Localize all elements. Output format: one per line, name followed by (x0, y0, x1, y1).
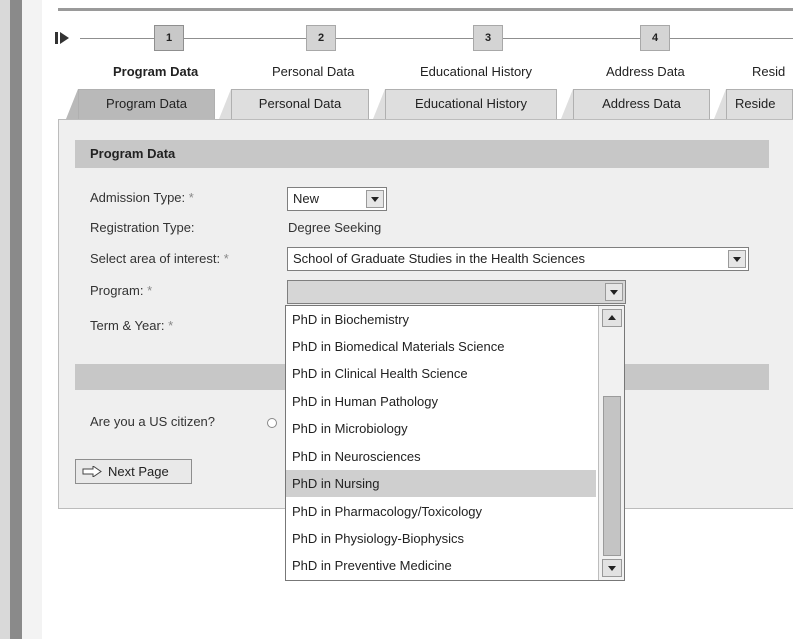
roadmap-start-icon (55, 31, 75, 47)
roadmap-label-educational-history[interactable]: Educational History (420, 64, 532, 79)
required-marker: * (188, 190, 194, 205)
roadmap-step-4[interactable]: 4 (640, 25, 670, 51)
window-left-margin (22, 0, 42, 639)
roadmap-label-address-data[interactable]: Address Data (606, 64, 685, 79)
window-left-bar (10, 0, 22, 639)
registration-type-value: Degree Seeking (288, 220, 382, 235)
chevron-down-icon[interactable] (728, 250, 746, 268)
program-option[interactable]: PhD in Human Pathology (286, 388, 596, 415)
tab-edge (219, 89, 231, 119)
area-of-interest-select[interactable]: School of Graduate Studies in the Health… (287, 247, 749, 271)
us-citizen-radio-yes[interactable] (267, 418, 277, 428)
tab-edge (373, 89, 385, 119)
required-marker: * (223, 251, 229, 266)
program-option[interactable]: PhD in Physiology-Biophysics (286, 525, 596, 552)
window-left-border (0, 0, 10, 639)
roadmap-step-2[interactable]: 2 (306, 25, 336, 51)
program-option-highlighted[interactable]: PhD in Nursing (286, 470, 596, 497)
tab-edge (714, 89, 726, 119)
program-select[interactable] (287, 280, 626, 304)
program-option[interactable]: PhD in Preventive Medicine (286, 552, 596, 579)
tab-edge (561, 89, 573, 119)
admission-type-label-text: Admission Type: (90, 190, 186, 205)
tab-educational-history[interactable]: Educational History (385, 89, 557, 119)
program-option[interactable]: PhD in Microbiology (286, 415, 596, 442)
term-year-label-text: Term & Year: (90, 318, 165, 333)
tab-personal-data[interactable]: Personal Data (231, 89, 369, 119)
roadmap-step-3[interactable]: 3 (473, 25, 503, 51)
required-marker: * (168, 318, 174, 333)
program-option[interactable]: PhD in Neurosciences (286, 443, 596, 470)
program-option[interactable]: PhD in Pharmacology/Toxicology (286, 498, 596, 525)
tab-residency[interactable]: Reside (726, 89, 793, 119)
program-option[interactable]: PhD in Biochemistry (286, 306, 596, 333)
roadmap-label-residency[interactable]: Resid (752, 64, 785, 79)
top-divider (58, 8, 793, 11)
admission-type-value: New (293, 191, 320, 206)
program-label: Program: * (90, 283, 152, 298)
program-option[interactable]: PhD in Biomedical Materials Science (286, 333, 596, 360)
roadmap-label-program-data[interactable]: Program Data (113, 64, 198, 79)
term-year-label: Term & Year: * (90, 318, 173, 333)
program-dropdown-list[interactable]: PhD in Biochemistry PhD in Biomedical Ma… (285, 305, 625, 581)
program-label-text: Program: (90, 283, 144, 298)
roadmap-line (80, 38, 793, 39)
area-of-interest-label-text: Select area of interest: (90, 251, 221, 266)
arrow-right-icon (82, 466, 102, 477)
tab-edge (66, 89, 78, 119)
roadmap-label-personal-data[interactable]: Personal Data (272, 64, 354, 79)
registration-type-label: Registration Type: (90, 220, 195, 235)
area-of-interest-label: Select area of interest: * (90, 251, 229, 266)
roadmap-step-1[interactable]: 1 (154, 25, 184, 51)
scroll-up-icon[interactable] (602, 309, 622, 327)
scroll-down-icon[interactable] (602, 559, 622, 577)
area-of-interest-value: School of Graduate Studies in the Health… (293, 251, 585, 266)
admission-type-select[interactable]: New (287, 187, 387, 211)
required-marker: * (147, 283, 153, 298)
chevron-down-icon[interactable] (605, 283, 623, 301)
us-citizen-label: Are you a US citizen? (90, 414, 216, 429)
tab-address-data[interactable]: Address Data (573, 89, 710, 119)
scrollbar-thumb[interactable] (603, 396, 621, 556)
chevron-down-icon[interactable] (366, 190, 384, 208)
program-option[interactable]: PhD in Clinical Health Science (286, 360, 596, 387)
next-page-button[interactable]: Next Page (75, 459, 192, 484)
dropdown-scrollbar[interactable] (598, 306, 624, 580)
section-header: Program Data (75, 140, 769, 168)
admission-type-label: Admission Type: * (90, 190, 194, 205)
tab-program-data[interactable]: Program Data (78, 89, 215, 119)
next-page-label: Next Page (108, 464, 169, 479)
